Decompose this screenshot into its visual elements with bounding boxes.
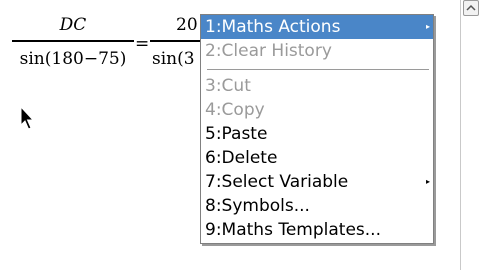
menu-item-copy[interactable]: 4:Copy xyxy=(201,98,433,122)
menu-item-symbols[interactable]: 8:Symbols... xyxy=(201,194,433,218)
menu-item-maths-actions[interactable]: 1:Maths Actions ▸ xyxy=(201,15,433,39)
menu-item-select-variable[interactable]: 7:Select Variable ▸ xyxy=(201,170,433,194)
menu-item-maths-templates[interactable]: 9:Maths Templates... xyxy=(201,218,433,242)
submenu-arrow-icon: ▸ xyxy=(425,177,430,186)
fraction-left: DC sin(180−75) xyxy=(12,14,134,70)
menu-item-label: 3:Cut xyxy=(205,76,251,96)
menu-item-label: 2:Clear History xyxy=(205,41,332,61)
menu-item-delete[interactable]: 6:Delete xyxy=(201,146,433,170)
menu-separator xyxy=(207,69,429,70)
mouse-pointer-icon xyxy=(20,105,36,134)
fraction-left-numerator: DC xyxy=(59,15,87,35)
context-menu: 1:Maths Actions ▸ 2:Clear History 3:Cut … xyxy=(200,14,434,244)
fraction-left-denominator: sin(180−75) xyxy=(19,49,127,69)
vertical-scrollbar[interactable] xyxy=(460,0,480,270)
menu-item-label: 8:Symbols... xyxy=(205,196,310,216)
menu-item-label: 4:Copy xyxy=(205,100,265,120)
fraction-left-bar xyxy=(12,40,134,42)
scroll-up-icon[interactable] xyxy=(463,0,479,16)
submenu-arrow-icon: ▸ xyxy=(425,22,430,31)
menu-item-label: 7:Select Variable xyxy=(205,172,349,192)
menu-item-label: 9:Maths Templates... xyxy=(205,220,381,240)
menu-item-clear-history[interactable]: 2:Clear History xyxy=(201,39,433,63)
menu-item-cut[interactable]: 3:Cut xyxy=(201,74,433,98)
menu-item-label: 1:Maths Actions xyxy=(205,17,341,37)
menu-item-label: 6:Delete xyxy=(205,148,278,168)
menu-item-label: 5:Paste xyxy=(205,124,268,144)
equals-sign: = xyxy=(135,34,150,54)
menu-item-paste[interactable]: 5:Paste xyxy=(201,122,433,146)
